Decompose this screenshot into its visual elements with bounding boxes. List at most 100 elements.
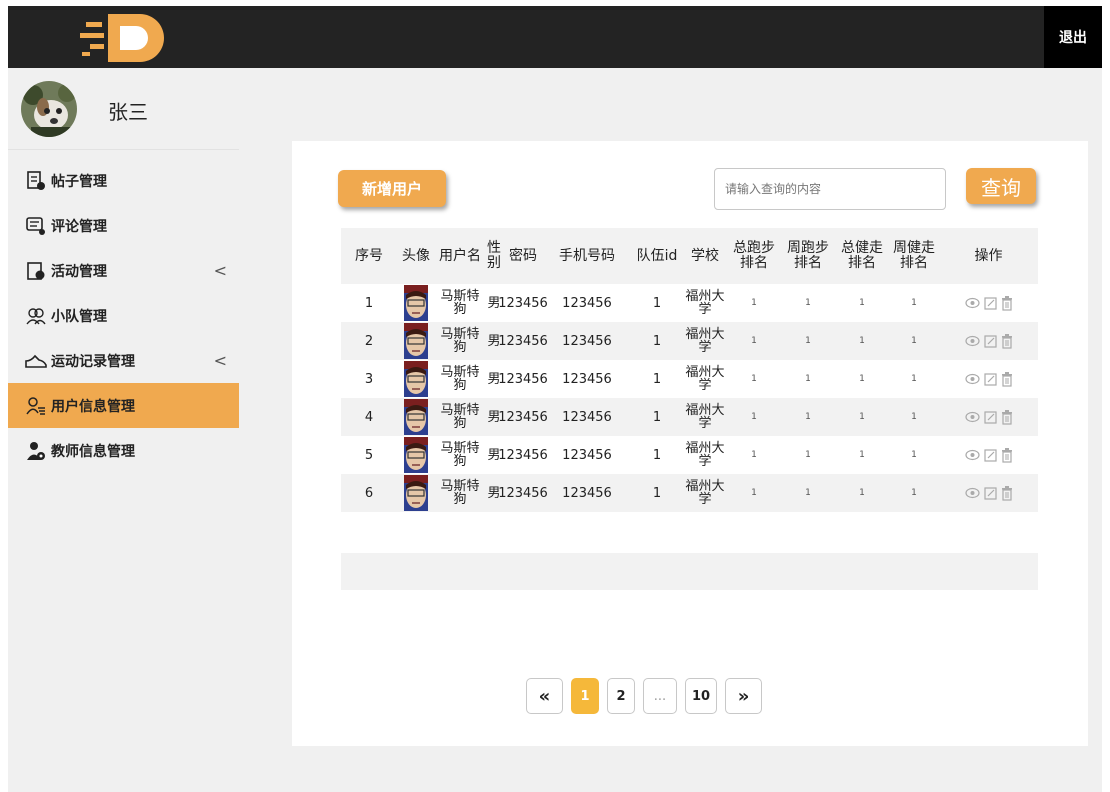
delete-icon[interactable] xyxy=(1001,295,1013,311)
next-page-button[interactable]: » xyxy=(725,678,763,714)
cell-rank-week-run: 1 xyxy=(805,373,811,384)
edit-icon[interactable] xyxy=(983,372,997,386)
cell-team: 1 xyxy=(652,295,662,311)
teacher-icon xyxy=(25,440,47,462)
cell-rank-total-walk: 1 xyxy=(859,373,865,384)
page-button-1[interactable]: 1 xyxy=(571,678,599,714)
table-footer-row xyxy=(341,553,1038,590)
cell-rank-total-walk: 1 xyxy=(859,411,865,422)
header-password: 密码 xyxy=(509,247,537,264)
cell-rank-week-walk: 1 xyxy=(911,373,917,384)
cell-rank-week-run: 1 xyxy=(805,449,811,460)
delete-icon[interactable] xyxy=(1001,371,1013,387)
view-icon[interactable] xyxy=(964,296,980,310)
delete-icon[interactable] xyxy=(1001,447,1013,463)
add-user-button[interactable]: 新增用户 xyxy=(338,170,446,207)
group-icon xyxy=(25,305,47,327)
cell-rank-total-walk: 1 xyxy=(859,297,865,308)
cell-rank-total-run: 1 xyxy=(751,297,757,308)
sidebar-item-sport-records[interactable]: 运动记录管理 < xyxy=(8,338,239,383)
cell-phone: 123456 xyxy=(562,371,612,387)
user-avatar xyxy=(397,399,435,435)
query-button[interactable]: 查询 xyxy=(966,168,1036,204)
user-avatar xyxy=(397,361,435,397)
cell-school: 福州大学 xyxy=(685,327,725,355)
cell-username: 马斯特狗 xyxy=(440,441,480,469)
activity-icon xyxy=(25,260,47,282)
sidebar-item-label: 活动管理 xyxy=(51,263,107,280)
sidebar-item-comments[interactable]: 评论管理 xyxy=(8,203,239,248)
view-icon[interactable] xyxy=(964,410,980,424)
username-label: 张三 xyxy=(108,100,148,124)
view-icon[interactable] xyxy=(964,486,980,500)
cell-rank-week-walk: 1 xyxy=(911,487,917,498)
cell-school: 福州大学 xyxy=(685,479,725,507)
delete-icon[interactable] xyxy=(1001,333,1013,349)
sidebar-item-label: 评论管理 xyxy=(51,218,107,235)
sidebar-item-label: 帖子管理 xyxy=(51,173,107,190)
user-avatar xyxy=(397,323,435,359)
user-avatar xyxy=(397,437,435,473)
user-avatar xyxy=(397,475,435,511)
prev-page-button[interactable]: « xyxy=(526,678,563,714)
edit-icon[interactable] xyxy=(983,486,997,500)
chevron-left-icon[interactable]: < xyxy=(214,261,227,280)
sidebar-item-activities[interactable]: 活动管理 < xyxy=(8,248,239,293)
delete-icon[interactable] xyxy=(1001,409,1013,425)
cell-password: 123456 xyxy=(498,333,548,349)
pagination: « 1 2 ... 10 » xyxy=(526,678,763,716)
table-body: 1 马斯特狗男 123456 123456 1 福州大学 1 1 1 1 2 马斯特狗男 123456 1… xyxy=(341,284,1038,512)
view-icon[interactable] xyxy=(964,334,980,348)
cell-team: 1 xyxy=(652,447,662,463)
avatar[interactable] xyxy=(21,81,77,137)
chevron-left-icon[interactable]: < xyxy=(214,351,227,370)
user-table: 序号 头像 用户名 性别 密码 手机号码 队伍id 学校 总跑步排名 周跑步排名… xyxy=(341,228,1038,512)
cell-team: 1 xyxy=(652,409,662,425)
cell-rank-total-walk: 1 xyxy=(859,487,865,498)
edit-icon[interactable] xyxy=(983,296,997,310)
view-icon[interactable] xyxy=(964,448,980,462)
sidebar-item-teams[interactable]: 小队管理 xyxy=(8,293,239,338)
search-input[interactable] xyxy=(714,168,946,210)
table-row: 2 马斯特狗男 123456 123456 1 福州大学 1 1 1 1 xyxy=(341,322,1038,360)
cell-id: 1 xyxy=(364,295,374,311)
sidebar: 张三 帖子管理 评论管理 活动管理 < 小队管理 运动记录管理 < 用户信息管理… xyxy=(8,68,239,792)
cell-rank-week-walk: 1 xyxy=(911,335,917,346)
header-rank-total-run: 总跑步排名 xyxy=(733,240,775,271)
header-id: 序号 xyxy=(355,247,383,264)
logout-button[interactable]: 退出 xyxy=(1044,6,1102,68)
user-profile: 张三 xyxy=(8,68,239,150)
sidebar-item-teacher-info[interactable]: 教师信息管理 xyxy=(8,428,239,473)
sidebar-item-label: 教师信息管理 xyxy=(51,443,135,460)
sidebar-item-posts[interactable]: 帖子管理 xyxy=(8,158,239,203)
user-avatar xyxy=(397,285,435,321)
post-icon xyxy=(25,170,47,192)
cell-username: 马斯特狗 xyxy=(440,479,480,507)
edit-icon[interactable] xyxy=(983,334,997,348)
cell-rank-week-walk: 1 xyxy=(911,449,917,460)
cell-id: 2 xyxy=(364,333,374,349)
sidebar-item-label: 运动记录管理 xyxy=(51,353,135,370)
sidebar-item-user-info[interactable]: 用户信息管理 xyxy=(8,383,239,428)
cell-password: 123456 xyxy=(498,447,548,463)
edit-icon[interactable] xyxy=(983,410,997,424)
cell-rank-week-run: 1 xyxy=(805,411,811,422)
cell-team: 1 xyxy=(652,333,662,349)
sidebar-menu: 帖子管理 评论管理 活动管理 < 小队管理 运动记录管理 < 用户信息管理 教师… xyxy=(8,158,239,473)
page-button-10[interactable]: 10 xyxy=(685,678,718,714)
page-button-2[interactable]: 2 xyxy=(607,678,635,714)
cell-operations xyxy=(939,333,1038,349)
edit-icon[interactable] xyxy=(983,448,997,462)
view-icon[interactable] xyxy=(964,372,980,386)
delete-icon[interactable] xyxy=(1001,485,1013,501)
header-operations: 操作 xyxy=(974,247,1003,264)
cell-operations xyxy=(939,485,1038,501)
cell-rank-total-run: 1 xyxy=(751,373,757,384)
header-rank-week-run: 周跑步排名 xyxy=(787,240,829,271)
cell-id: 3 xyxy=(364,371,374,387)
cell-rank-total-walk: 1 xyxy=(859,335,865,346)
sidebar-item-label: 小队管理 xyxy=(51,308,107,325)
cell-rank-total-run: 1 xyxy=(751,335,757,346)
logo-icon xyxy=(78,6,188,68)
cell-username: 马斯特狗 xyxy=(440,403,480,431)
